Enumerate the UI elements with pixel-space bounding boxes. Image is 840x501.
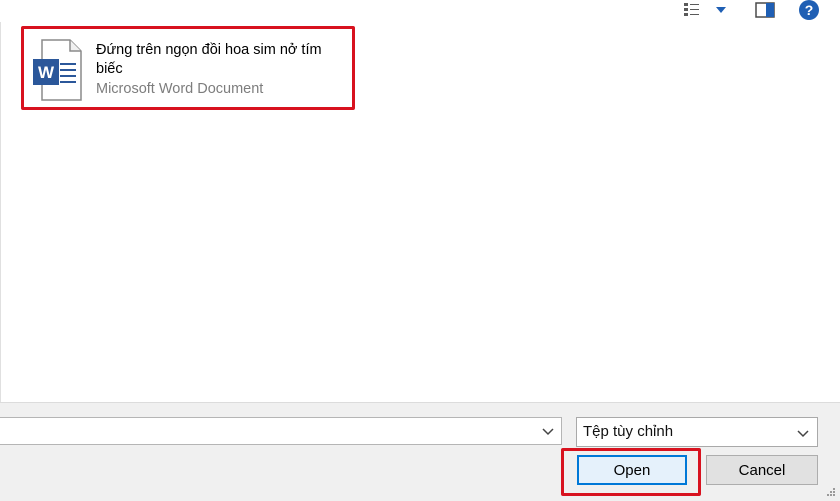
file-name-input[interactable] — [0, 417, 562, 445]
file-name: Đứng trên ngọn đồi hoa sim nở tím biếc — [96, 42, 322, 77]
dialog-footer: Tệp tùy chỉnh Open Cancel — [0, 402, 840, 501]
cancel-button[interactable]: Cancel — [706, 455, 818, 485]
file-type-selected: Tệp tùy chỉnh — [583, 423, 674, 440]
dialog-toolbar: ? — [0, 0, 840, 22]
file-type-select[interactable]: Tệp tùy chỉnh — [576, 417, 818, 447]
chevron-down-icon — [797, 430, 809, 438]
help-glyph: ? — [799, 0, 819, 20]
help-icon[interactable]: ? — [798, 0, 820, 20]
chevron-down-icon[interactable] — [540, 423, 556, 439]
svg-text:W: W — [38, 63, 55, 82]
dropdown-arrow-icon[interactable] — [712, 0, 730, 20]
word-document-icon: W — [33, 39, 82, 101]
preview-pane-icon[interactable] — [754, 0, 776, 20]
file-list: W Đứng trên ngọn đồi hoa sim nở tím biếc… — [0, 22, 839, 402]
file-item-word-document[interactable]: W Đứng trên ngọn đồi hoa sim nở tím biếc… — [21, 26, 355, 110]
open-button[interactable]: Open — [577, 455, 687, 485]
view-options-icon[interactable] — [682, 0, 702, 20]
resize-grip-icon[interactable] — [826, 487, 836, 497]
file-type: Microsoft Word Document — [96, 81, 264, 97]
